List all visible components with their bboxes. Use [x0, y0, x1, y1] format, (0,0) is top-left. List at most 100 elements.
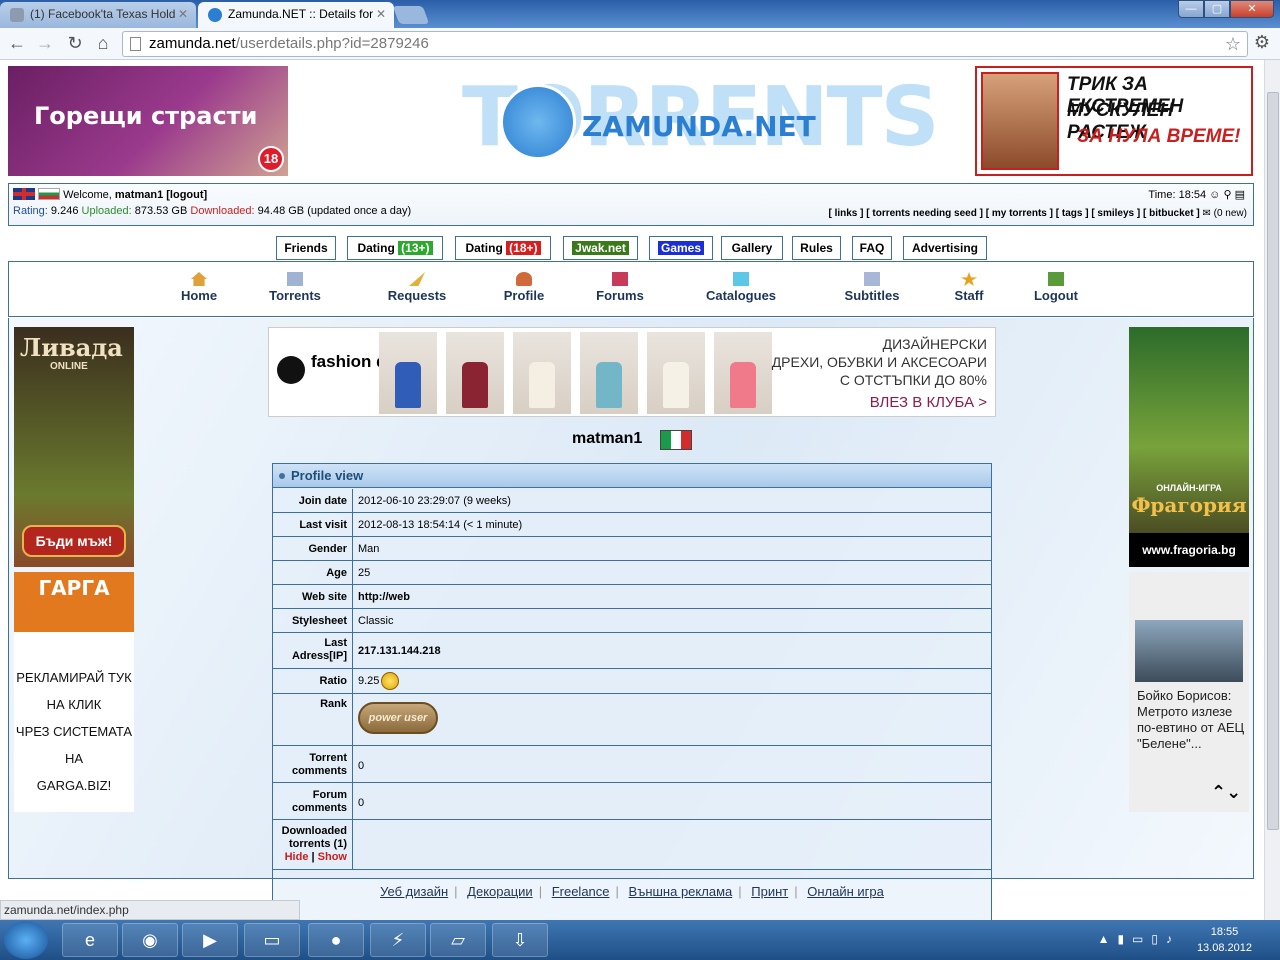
mainnav-forums[interactable]: Forums [595, 272, 645, 303]
profile-username: matman1 [572, 430, 643, 447]
fashion-cta[interactable]: ВЛЕЗ В КЛУБА > [870, 394, 987, 411]
table-row: Downloaded torrents (1) Hide | Show [273, 820, 991, 870]
news-arrows-icon[interactable]: ⌃⌄ [1211, 782, 1241, 803]
model-image [446, 332, 504, 414]
nav-friends[interactable]: Friends [276, 236, 336, 260]
reload-button[interactable]: ↻ [64, 33, 86, 54]
ad-garga[interactable]: ГАРГА РЕКЛАМИРАЙ ТУК НА КЛИК ЧРЕЗ СИСТЕМ… [14, 572, 134, 812]
site-logo[interactable]: TORRENTS ZAMUNDA.NET [462, 70, 940, 170]
start-button[interactable] [4, 921, 48, 959]
link-tags[interactable]: [ tags ] [1056, 208, 1089, 219]
english-flag-icon[interactable] [13, 188, 35, 200]
mail-icon[interactable]: ✉ [1202, 208, 1210, 219]
ad-banner-left[interactable]: Горещи страсти 18 [8, 66, 288, 176]
download-manager-icon[interactable]: ⇩ [492, 923, 548, 957]
back-button[interactable]: ← [6, 33, 28, 54]
rating-label: Rating: [13, 205, 48, 217]
clock[interactable]: 18:55 13.08.2012 [1197, 924, 1252, 956]
collapse-icon [279, 473, 285, 479]
ad-livada[interactable]: Ливада ONLINE Бъди мъж! [14, 327, 134, 567]
footer-freelance[interactable]: Freelance [552, 884, 610, 899]
mainnav-profile[interactable]: Profile [501, 272, 547, 303]
logout-link[interactable]: [logout] [166, 189, 207, 201]
news-headline[interactable]: Бойко Борисов: Метрото излезе по-евтино … [1137, 688, 1247, 752]
mainnav-home[interactable]: Home [175, 272, 223, 303]
garga-logo: ГАРГА [14, 572, 134, 632]
firefox-icon[interactable]: ● [308, 923, 364, 957]
new-tab-button[interactable] [392, 6, 430, 24]
forward-button[interactable]: → [34, 33, 56, 54]
link-links[interactable]: [ links ] [828, 208, 863, 219]
bookmark-star-icon[interactable]: ☆ [1225, 32, 1241, 56]
hide-link[interactable]: Hide [285, 851, 309, 863]
link-bitbucket[interactable]: [ bitbucket ] [1143, 208, 1200, 219]
mainnav-subtitles[interactable]: Subtitles [841, 272, 903, 303]
nav-advertising[interactable]: Advertising [903, 236, 987, 260]
maximize-button[interactable]: ▢ [1204, 0, 1230, 18]
page-scrollbar[interactable] [1264, 60, 1280, 920]
close-window-button[interactable]: ✕ [1230, 0, 1274, 18]
website-link[interactable]: http://web [358, 591, 410, 603]
winamp-icon[interactable]: ⚡ [370, 923, 426, 957]
link-torrents-needing-seed[interactable]: [ torrents needing seed ] [866, 208, 983, 219]
nav-games[interactable]: Games [649, 236, 713, 260]
nav-faq[interactable]: FAQ [852, 236, 892, 260]
system-tray-icons[interactable]: ▲▮▭▯♪ [1098, 932, 1180, 946]
nav-gallery[interactable]: Gallery [721, 236, 783, 260]
footer-external-ads[interactable]: Външна реклама [629, 884, 733, 899]
messages-count[interactable]: (0 new) [1214, 208, 1247, 219]
rss-icon[interactable]: ▤ [1235, 189, 1245, 201]
scrollbar-thumb[interactable] [1267, 92, 1279, 830]
welcome-text: Welcome, [63, 189, 112, 201]
fashion-line: С ОТСТЪПКИ ДО 80% [839, 372, 987, 388]
nav-jwak[interactable]: Jwak.net [563, 236, 638, 260]
profile-header[interactable]: Profile view [273, 464, 991, 488]
row-label: Last Adress[IP] [273, 633, 353, 668]
ad-banner-right[interactable]: ТРИК ЗА ЕКСТРЕМЕН МУСКУЛЕН РАСТЕЖ ЗА НУЛ… [975, 66, 1253, 176]
chrome-icon[interactable]: ◉ [122, 923, 178, 957]
username-link[interactable]: matman1 [115, 189, 163, 201]
news-widget[interactable]: Бойко Борисов: Метрото излезе по-евтино … [1129, 572, 1249, 812]
footer-print[interactable]: Принт [751, 884, 788, 899]
nav-dating-18[interactable]: Dating (18+) [455, 236, 551, 260]
ad-fragoria[interactable]: ОНЛАЙН-ИГРА Фрагория www.fragoria.bg [1129, 327, 1249, 567]
close-tab-icon[interactable]: ✕ [376, 2, 386, 26]
show-link[interactable]: Show [318, 851, 347, 863]
mainnav-staff[interactable]: Staff [951, 272, 987, 303]
row-value: 0 [358, 797, 365, 809]
requests-icon [409, 272, 425, 286]
close-tab-icon[interactable]: ✕ [178, 2, 188, 26]
explorer-folder-icon[interactable]: ▭ [244, 923, 300, 957]
downloaded-label: Downloaded: [190, 205, 255, 217]
mainnav-torrents[interactable]: Torrents [265, 272, 325, 303]
minimize-button[interactable]: — [1178, 0, 1204, 18]
footer-web-design[interactable]: Уеб дизайн [380, 884, 448, 899]
mainnav-logout[interactable]: Logout [1031, 272, 1081, 303]
nav-dating-13[interactable]: Dating (13+) [347, 236, 443, 260]
tab-zamunda[interactable]: Zamunda.NET :: Details for ✕ [198, 2, 394, 28]
internet-explorer-icon[interactable]: e [62, 923, 118, 957]
row-label: Rank [273, 694, 353, 745]
nav-rules[interactable]: Rules [792, 236, 841, 260]
notes-icon[interactable]: ▱ [430, 923, 486, 957]
mainnav-requests[interactable]: Requests [383, 272, 451, 303]
link-smileys[interactable]: [ smileys ] [1091, 208, 1140, 219]
tab-facebook[interactable]: (1) Facebook'ta Texas Hold ✕ [0, 2, 196, 28]
footer-decorations[interactable]: Декорации [467, 884, 533, 899]
home-button[interactable]: ⌂ [92, 33, 114, 54]
bulgarian-flag-icon[interactable] [38, 188, 61, 200]
livada-button[interactable]: Бъди мъж! [22, 525, 126, 557]
row-value: 217.131.144.218 [358, 645, 441, 657]
link-my-torrents[interactable]: [ my torrents ] [986, 208, 1053, 219]
ad-fashion-days[interactable]: fashion days ДИЗАЙНЕРСКИ ДРЕХИ, ОБУВКИ И… [268, 327, 996, 417]
user-info-bar: Welcome, matman1 [logout] Rating: 9.246 … [8, 183, 1254, 226]
search-icon[interactable]: ⚲ [1223, 189, 1231, 201]
users-icon[interactable]: ☺ [1209, 189, 1220, 201]
address-bar[interactable]: zamunda.net/userdetails.php?id=2879246 ☆ [122, 31, 1248, 57]
media-player-icon[interactable]: ▶ [182, 923, 238, 957]
page-viewport: Горещи страсти 18 TORRENTS ZAMUNDA.NET Т… [0, 60, 1264, 920]
logo-text: ZAMUNDA.NET [582, 110, 816, 143]
wrench-menu-icon[interactable]: ⚙ [1254, 32, 1270, 53]
mainnav-catalogues[interactable]: Catalogues [703, 272, 779, 303]
footer-online-game[interactable]: Онлайн игра [807, 884, 884, 899]
